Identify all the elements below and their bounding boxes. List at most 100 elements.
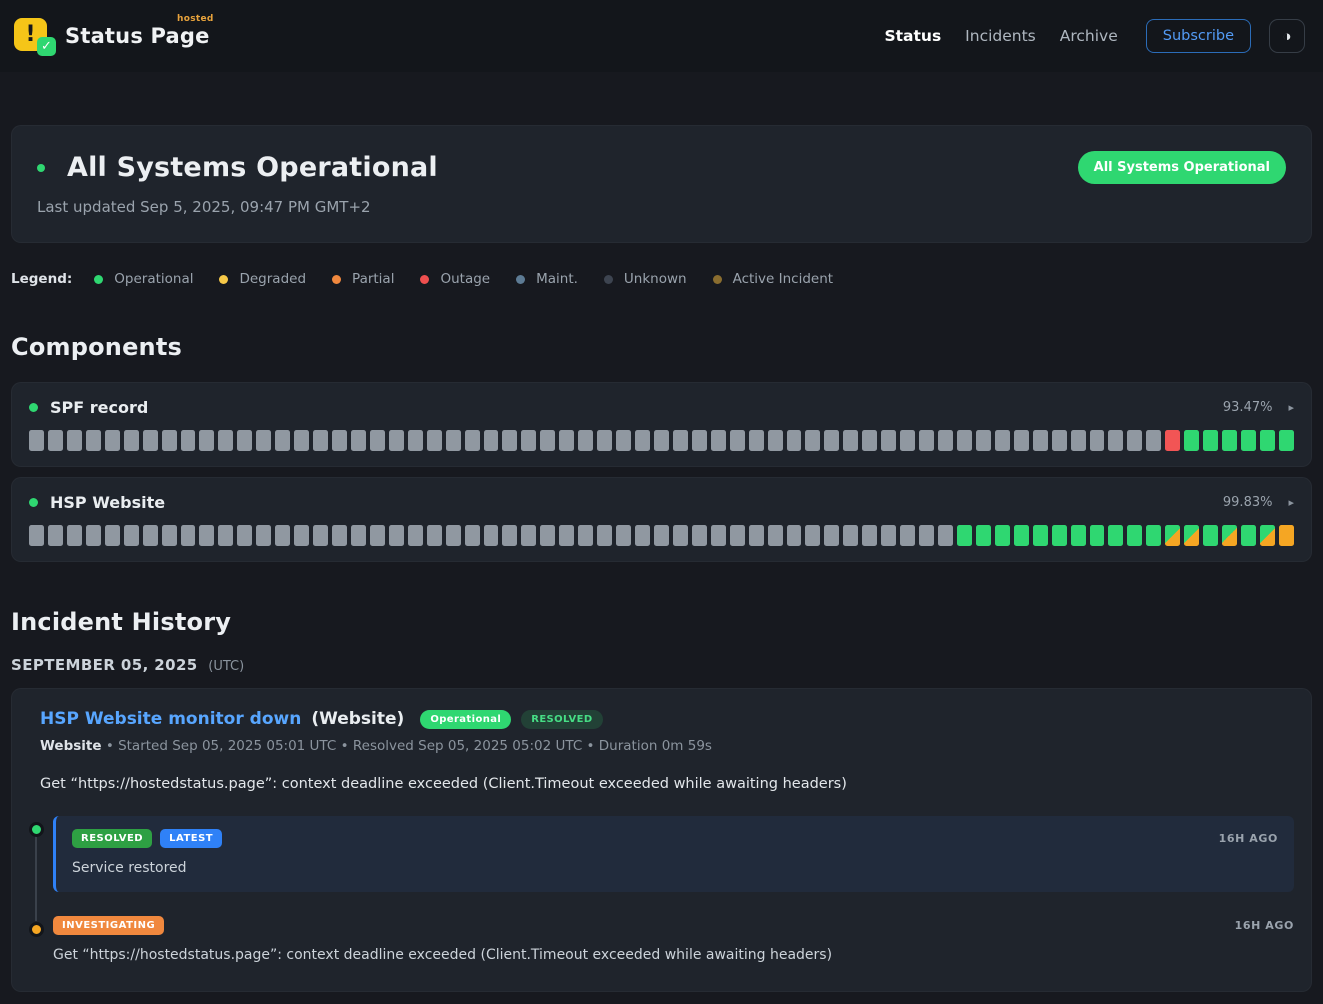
- uptime-bar[interactable]: [1203, 525, 1218, 546]
- uptime-bar[interactable]: [730, 430, 745, 451]
- uptime-bar[interactable]: [48, 525, 63, 546]
- expand-arrow-icon[interactable]: ▸: [1288, 401, 1294, 414]
- uptime-bar[interactable]: [957, 525, 972, 546]
- uptime-bar[interactable]: [862, 430, 877, 451]
- uptime-bar[interactable]: [824, 430, 839, 451]
- uptime-bar[interactable]: [408, 525, 423, 546]
- uptime-bar[interactable]: [256, 430, 271, 451]
- uptime-bar[interactable]: [673, 525, 688, 546]
- uptime-bar[interactable]: [938, 525, 953, 546]
- uptime-bar[interactable]: [1090, 525, 1105, 546]
- uptime-bar[interactable]: [995, 525, 1010, 546]
- uptime-bar[interactable]: [1071, 430, 1086, 451]
- uptime-bar[interactable]: [1127, 525, 1142, 546]
- uptime-bar[interactable]: [1165, 525, 1180, 546]
- uptime-bar[interactable]: [294, 430, 309, 451]
- uptime-bar[interactable]: [1279, 525, 1294, 546]
- uptime-bar[interactable]: [389, 525, 404, 546]
- uptime-bar[interactable]: [578, 430, 593, 451]
- uptime-bar[interactable]: [1260, 525, 1275, 546]
- uptime-bar[interactable]: [787, 430, 802, 451]
- uptime-bar[interactable]: [749, 430, 764, 451]
- uptime-bar[interactable]: [105, 430, 120, 451]
- uptime-bar[interactable]: [824, 525, 839, 546]
- uptime-bar[interactable]: [1260, 430, 1275, 451]
- uptime-bar[interactable]: [1071, 525, 1086, 546]
- uptime-bar[interactable]: [446, 430, 461, 451]
- uptime-bar[interactable]: [275, 430, 290, 451]
- uptime-bar[interactable]: [86, 525, 101, 546]
- uptime-bar[interactable]: [692, 430, 707, 451]
- uptime-bar[interactable]: [29, 430, 44, 451]
- uptime-bar[interactable]: [105, 525, 120, 546]
- incident-title-link[interactable]: HSP Website monitor down: [40, 709, 301, 729]
- uptime-bar[interactable]: [29, 525, 44, 546]
- uptime-bar[interactable]: [881, 525, 896, 546]
- uptime-bar[interactable]: [465, 430, 480, 451]
- uptime-bar[interactable]: [730, 525, 745, 546]
- uptime-bar[interactable]: [162, 525, 177, 546]
- uptime-bar[interactable]: [1241, 525, 1256, 546]
- uptime-bar[interactable]: [1014, 525, 1029, 546]
- uptime-bar[interactable]: [351, 525, 366, 546]
- theme-toggle-button[interactable]: ◑: [1269, 19, 1305, 53]
- uptime-bar[interactable]: [938, 430, 953, 451]
- uptime-bar[interactable]: [521, 430, 536, 451]
- uptime-bar[interactable]: [654, 430, 669, 451]
- uptime-bar[interactable]: [635, 525, 650, 546]
- uptime-bar[interactable]: [408, 430, 423, 451]
- uptime-bar[interactable]: [1222, 525, 1237, 546]
- uptime-bar[interactable]: [332, 430, 347, 451]
- uptime-bar[interactable]: [1184, 525, 1199, 546]
- uptime-bar[interactable]: [1279, 430, 1294, 451]
- uptime-bar[interactable]: [919, 430, 934, 451]
- uptime-bar[interactable]: [427, 525, 442, 546]
- component-header[interactable]: HSP Website 99.83% ▸: [29, 493, 1294, 512]
- uptime-bar[interactable]: [1146, 525, 1161, 546]
- subscribe-button[interactable]: Subscribe: [1146, 19, 1251, 53]
- uptime-bar[interactable]: [976, 430, 991, 451]
- uptime-bar[interactable]: [67, 525, 82, 546]
- uptime-bar[interactable]: [843, 525, 858, 546]
- uptime-bar[interactable]: [805, 525, 820, 546]
- uptime-bar[interactable]: [446, 525, 461, 546]
- uptime-bar[interactable]: [995, 430, 1010, 451]
- uptime-bar[interactable]: [881, 430, 896, 451]
- uptime-bar[interactable]: [484, 430, 499, 451]
- uptime-bar[interactable]: [1108, 525, 1123, 546]
- uptime-bar[interactable]: [313, 525, 328, 546]
- uptime-bar[interactable]: [181, 525, 196, 546]
- uptime-bar[interactable]: [465, 525, 480, 546]
- uptime-bar[interactable]: [124, 430, 139, 451]
- uptime-bar[interactable]: [484, 525, 499, 546]
- uptime-bar[interactable]: [1033, 525, 1048, 546]
- uptime-bar[interactable]: [370, 430, 385, 451]
- uptime-bar[interactable]: [124, 525, 139, 546]
- uptime-bar[interactable]: [976, 525, 991, 546]
- uptime-bar[interactable]: [805, 430, 820, 451]
- uptime-bar[interactable]: [787, 525, 802, 546]
- uptime-bar[interactable]: [900, 525, 915, 546]
- uptime-bar[interactable]: [1165, 430, 1180, 451]
- uptime-bar[interactable]: [1014, 430, 1029, 451]
- uptime-bar[interactable]: [957, 430, 972, 451]
- uptime-bar[interactable]: [1090, 430, 1105, 451]
- uptime-bar[interactable]: [521, 525, 536, 546]
- uptime-bar[interactable]: [218, 430, 233, 451]
- uptime-bar[interactable]: [616, 525, 631, 546]
- uptime-bar[interactable]: [1184, 430, 1199, 451]
- uptime-bar[interactable]: [389, 430, 404, 451]
- uptime-bar[interactable]: [597, 430, 612, 451]
- uptime-bar[interactable]: [1052, 525, 1067, 546]
- uptime-bar[interactable]: [67, 430, 82, 451]
- uptime-bar[interactable]: [635, 430, 650, 451]
- uptime-bar[interactable]: [237, 525, 252, 546]
- uptime-bar[interactable]: [370, 525, 385, 546]
- uptime-bar[interactable]: [294, 525, 309, 546]
- uptime-bar[interactable]: [1222, 430, 1237, 451]
- uptime-bar[interactable]: [673, 430, 688, 451]
- uptime-bar[interactable]: [143, 525, 158, 546]
- uptime-bar[interactable]: [502, 525, 517, 546]
- uptime-bar[interactable]: [143, 430, 158, 451]
- uptime-bar[interactable]: [559, 525, 574, 546]
